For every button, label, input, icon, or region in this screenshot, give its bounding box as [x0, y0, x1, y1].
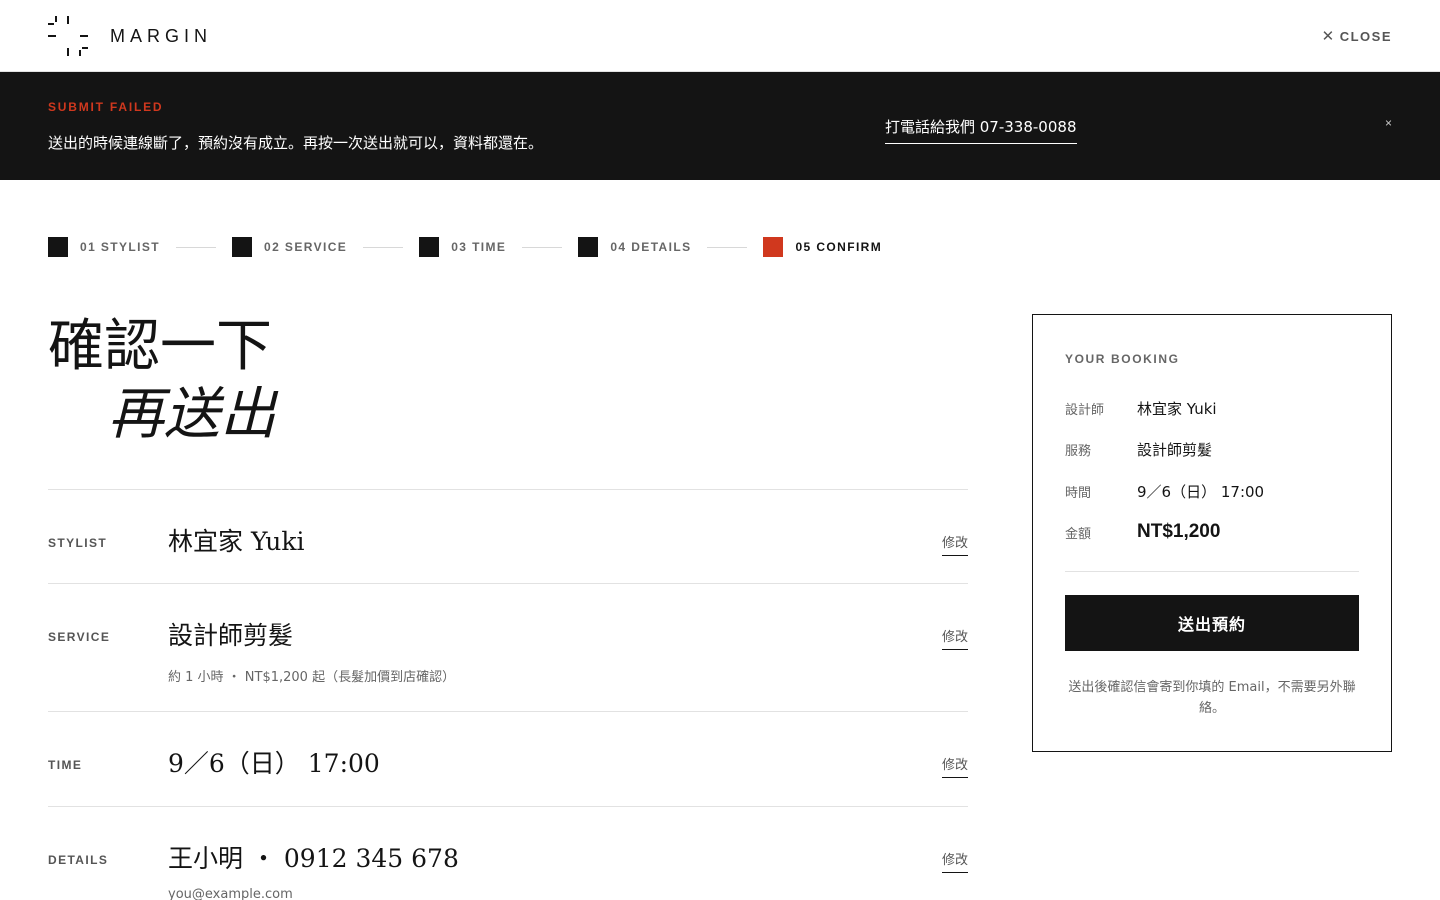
row-value: 王小明 ・ 0912 345 678: [168, 844, 459, 873]
step-label: 03 TIME: [451, 240, 507, 254]
edit-time-link[interactable]: 修改: [941, 754, 968, 778]
step-connector: [522, 246, 563, 248]
row-label: SERVICE: [48, 630, 111, 644]
booking-value: 林宜家 Yuki: [1137, 400, 1217, 418]
step-connector: [707, 246, 748, 248]
step-connector: [176, 246, 217, 248]
close-icon: ✕: [1321, 28, 1336, 45]
crosshair-logo-icon[interactable]: [48, 16, 88, 56]
close-label: CLOSE: [1339, 28, 1392, 44]
summary-row-service: SERVICE 設計師剪髮 約 1 小時 ・ NT$1,200 起（長髮加價到店…: [48, 584, 968, 712]
booking-key: 時間: [1065, 486, 1092, 501]
submit-booking-button[interactable]: 送出預約: [1065, 595, 1359, 651]
summary-row-time: TIME 9／6（日） 17:00 修改: [48, 712, 968, 807]
booking-summary-card: YOUR BOOKING 設計師 林宜家 Yuki 服務 設計師剪髮 時間 9／…: [1032, 314, 1392, 752]
booking-key: 服務: [1065, 444, 1092, 459]
booking-key: 金額: [1065, 527, 1092, 542]
close-button[interactable]: ✕ CLOSE: [1322, 27, 1392, 45]
step-label: 02 SERVICE: [264, 240, 348, 254]
row-value: 林宜家 Yuki: [168, 527, 305, 556]
summary-list: STYLIST 林宜家 Yuki 修改 SERVICE 設計師剪髮 約 1 小時…: [48, 489, 968, 900]
booking-value: 設計師剪髮: [1137, 441, 1213, 459]
step-label: 01 STYLIST: [80, 240, 161, 254]
call-us-link[interactable]: 打電話給我們 07-338-0088: [885, 116, 1077, 144]
step-details[interactable]: 04 DETAILS: [578, 237, 691, 257]
step-marker: [232, 237, 253, 257]
top-header: MARGIN ✕ CLOSE: [0, 0, 1440, 72]
error-banner: SUBMIT FAILED 送出的時候連線斷了，預約沒有成立。再按一次送出就可以…: [0, 72, 1440, 180]
booking-key: 設計師: [1065, 403, 1105, 418]
booking-value: 9／6（日） 17:00: [1137, 483, 1265, 501]
summary-row-details: DETAILS 王小明 ・ 0912 345 678 you@example.c…: [48, 807, 968, 900]
progress-steps: 01 STYLIST 02 SERVICE 03 TIME 04 DETAILS…: [48, 237, 882, 257]
step-service[interactable]: 02 SERVICE: [232, 237, 347, 257]
card-divider: [1065, 571, 1359, 572]
page-title: 確認一下: [48, 314, 272, 379]
error-message: 送出的時候連線斷了，預約沒有成立。再按一次送出就可以，資料都還在。: [48, 134, 544, 152]
row-label: DETAILS: [48, 853, 109, 867]
edit-stylist-link[interactable]: 修改: [941, 532, 968, 556]
step-marker-active: [763, 237, 784, 257]
row-value: 9／6（日） 17:00: [168, 749, 380, 778]
card-title: YOUR BOOKING: [1065, 352, 1180, 366]
page-subtitle: 再送出: [108, 382, 276, 447]
step-marker: [578, 237, 599, 257]
summary-row-stylist: STYLIST 林宜家 Yuki 修改: [48, 490, 968, 584]
row-label: STYLIST: [48, 536, 108, 550]
row-value: 設計師剪髮: [168, 621, 294, 650]
step-stylist[interactable]: 01 STYLIST: [48, 237, 160, 257]
step-marker: [48, 237, 68, 257]
row-sub: you@example.com: [168, 887, 293, 900]
step-time[interactable]: 03 TIME: [419, 237, 506, 257]
dismiss-banner-button[interactable]: ×: [1385, 116, 1392, 130]
edit-details-link[interactable]: 修改: [941, 849, 968, 873]
submit-note: 送出後確認信會寄到你填的 Email，不需要另外聯絡。: [1068, 680, 1356, 716]
step-label: 04 DETAILS: [610, 240, 692, 254]
error-title: SUBMIT FAILED: [48, 100, 164, 114]
step-confirm: 05 CONFIRM: [763, 237, 882, 257]
row-sub: 約 1 小時 ・ NT$1,200 起（長髮加價到店確認）: [168, 670, 456, 685]
row-label: TIME: [48, 758, 83, 772]
booking-price: NT$1,200: [1137, 521, 1221, 542]
edit-service-link[interactable]: 修改: [941, 626, 968, 650]
step-marker: [419, 237, 440, 257]
brand-name[interactable]: MARGIN: [110, 26, 212, 47]
step-label: 05 CONFIRM: [795, 240, 883, 254]
step-connector: [363, 246, 404, 248]
